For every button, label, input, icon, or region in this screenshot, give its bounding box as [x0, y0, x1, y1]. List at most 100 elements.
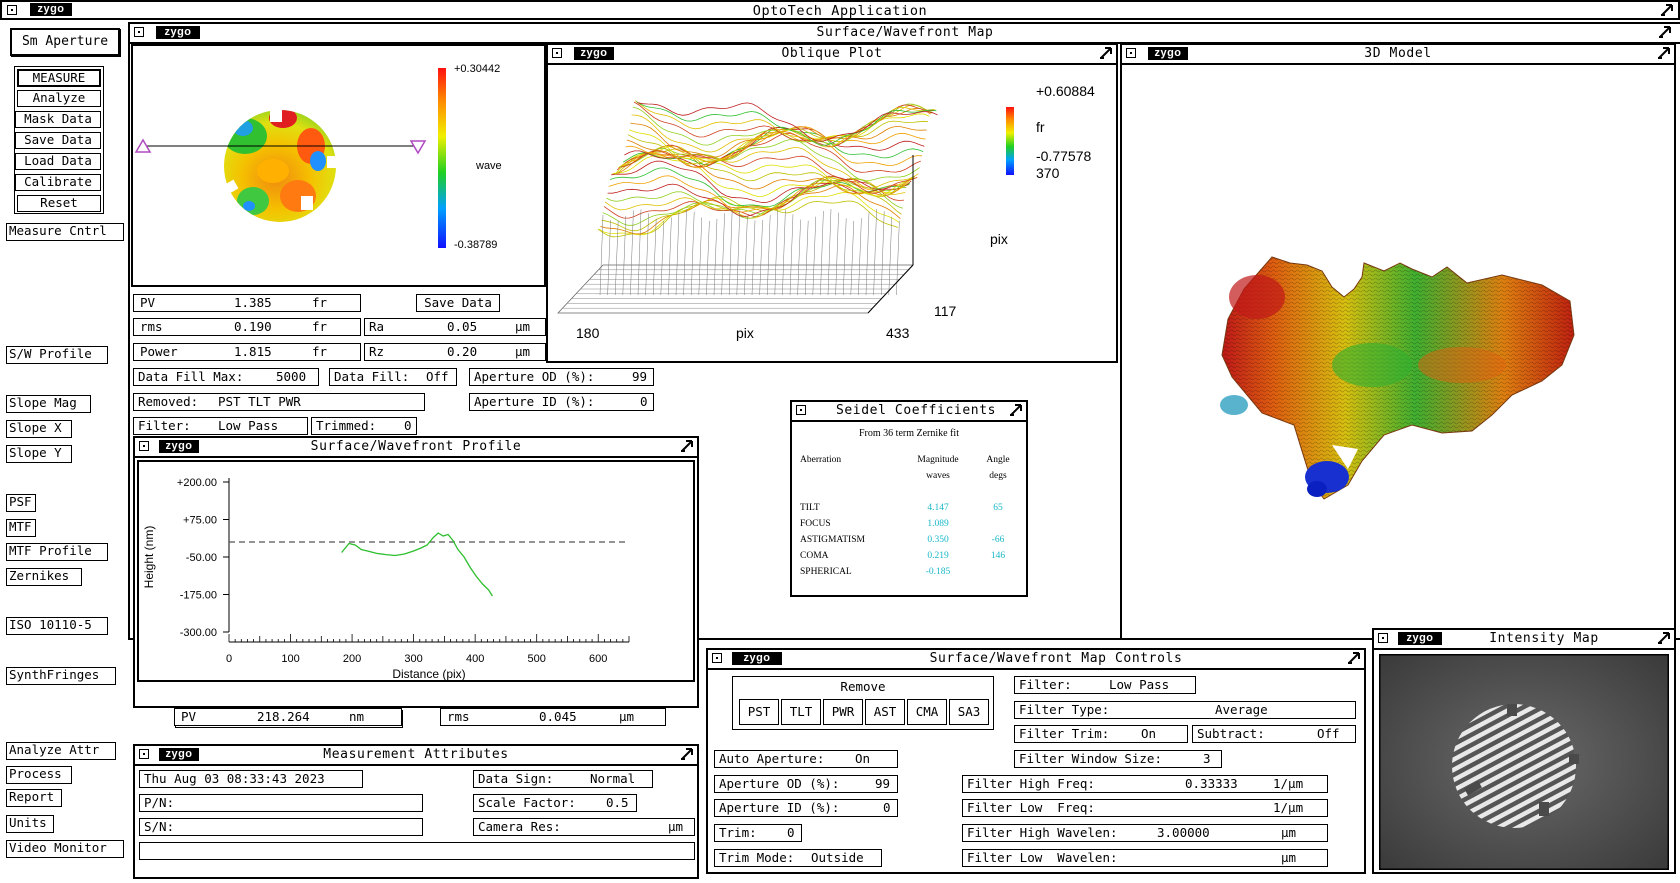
pn-field[interactable]: P/N:: [139, 794, 423, 812]
filter-trim-control[interactable]: Filter Trim: On: [1014, 725, 1188, 743]
app-maximize-icon[interactable]: [1660, 3, 1674, 17]
intensity-map-image[interactable]: [1379, 654, 1669, 870]
video-monitor-button[interactable]: Video Monitor: [6, 840, 124, 858]
filter-high-wavelen-control[interactable]: Filter High Wavelen: 3.00000 µm: [962, 824, 1328, 842]
seidel-row-magnitude: 0.219: [927, 551, 949, 561]
oblique-plot-maximize-icon[interactable]: [1099, 46, 1113, 60]
synthfringes-button[interactable]: SynthFringes: [6, 667, 116, 685]
units-button[interactable]: Units: [6, 815, 54, 833]
map-scale-min: -0.38789: [454, 239, 498, 251]
trimmed-field: Trimmed: 0: [311, 417, 417, 435]
analyze-button[interactable]: Analyze: [17, 90, 101, 107]
data-fill-max-field[interactable]: Data Fill Max: 5000: [133, 368, 319, 386]
map-controls-maximize-icon[interactable]: [1347, 651, 1361, 665]
slope-x-button[interactable]: Slope X: [6, 420, 72, 438]
oblique-plot-window: zygo Oblique Plot +0.60884 fr -0.77578 3…: [546, 43, 1118, 363]
sw-profile-button[interactable]: S/W Profile: [6, 346, 108, 364]
sm-aperture-button[interactable]: Sm Aperture: [10, 28, 120, 56]
filter-window-size-control[interactable]: Filter Window Size: 3: [1014, 750, 1222, 768]
trim-mode-control[interactable]: Trim Mode: Outside: [714, 849, 882, 867]
seidel-row-name: TILT: [800, 503, 820, 513]
camera-res-field[interactable]: Camera Res: µm: [473, 818, 695, 836]
oblique-surface-line: [599, 191, 900, 236]
zernikes-button[interactable]: Zernikes: [6, 568, 82, 586]
analyze-attr-button[interactable]: Analyze Attr: [6, 742, 116, 760]
aperture-id-field[interactable]: Aperture ID (%): 0: [469, 393, 654, 411]
calibrate-button[interactable]: Calibrate: [15, 174, 101, 191]
measure-cntrl-button[interactable]: Measure Cntrl: [6, 223, 124, 241]
remove-group: Remove PST TLT PWR AST CMA SA3: [732, 676, 994, 730]
notes-field[interactable]: [139, 842, 695, 860]
filter-type-control[interactable]: Filter Type: Average: [1014, 701, 1356, 719]
reset-button[interactable]: Reset: [17, 195, 101, 212]
filter-high-freq-control[interactable]: Filter High Freq: 0.33333 1/µm: [962, 775, 1328, 793]
table-row: COMA 0.219 146: [800, 548, 1020, 564]
measure-button[interactable]: MEASURE: [17, 69, 101, 87]
3d-model-titlebar[interactable]: zygo 3D Model: [1122, 45, 1674, 65]
seidel-titlebar[interactable]: Seidel Coefficients: [792, 402, 1026, 422]
save-data-button[interactable]: Save Data: [15, 132, 101, 149]
seidel-close-icon[interactable]: [796, 405, 806, 415]
intensity-map-close-icon[interactable]: [1378, 633, 1388, 643]
slope-y-button[interactable]: Slope Y: [6, 445, 72, 463]
filter-low-wavelen-control[interactable]: Filter Low Wavelen: µm: [962, 849, 1328, 867]
aperture-od-field[interactable]: Aperture OD (%): 99: [469, 368, 654, 386]
remove-pwr-button[interactable]: PWR: [823, 699, 863, 725]
results-save-data-button[interactable]: Save Data: [416, 294, 500, 312]
oblique-scale-unit: fr: [1036, 119, 1045, 135]
controls-aperture-od[interactable]: Aperture OD (%): 99: [714, 775, 898, 793]
filter-control[interactable]: Filter: Low Pass: [1014, 676, 1196, 694]
app-title: OptoTech Application: [752, 3, 928, 19]
intensity-map-maximize-icon[interactable]: [1657, 631, 1671, 645]
trim-control[interactable]: Trim: 0: [714, 824, 802, 842]
measurement-date-field[interactable]: Thu Aug 03 08:33:43 2023: [139, 770, 363, 788]
profile-maximize-icon[interactable]: [680, 439, 694, 453]
report-button[interactable]: Report: [6, 789, 62, 807]
profile-chart[interactable]: +200.00 +75.00 -50.00 -175.00 -300.00 0 100 200…: [139, 462, 693, 680]
oblique-surface-line: [634, 100, 936, 148]
oblique-surface-line: [620, 132, 921, 173]
surface-map-maximize-icon[interactable]: [1658, 25, 1672, 39]
psf-button[interactable]: PSF: [6, 494, 36, 512]
measurement-attributes-titlebar[interactable]: zygo Measurement Attributes: [135, 746, 697, 766]
scale-factor-field[interactable]: Scale Factor: 0.5: [473, 794, 637, 812]
map-controls-close-icon[interactable]: [712, 653, 722, 663]
remove-cma-button[interactable]: CMA: [907, 699, 947, 725]
remove-tlt-button[interactable]: TLT: [781, 699, 821, 725]
iso-10110-button[interactable]: ISO 10110-5: [6, 617, 108, 635]
measurement-attributes-maximize-icon[interactable]: [680, 747, 694, 761]
filter-low-freq-control[interactable]: Filter Low Freq: 1/µm: [962, 799, 1328, 817]
power-field: Power 1.815 fr: [133, 343, 361, 361]
oblique-surface-line: [624, 127, 925, 168]
remove-ast-button[interactable]: AST: [865, 699, 905, 725]
remove-sa3-button[interactable]: SA3: [949, 699, 989, 725]
seidel-table: Aberration Magnitude Angle waves degs TI…: [800, 452, 1020, 580]
profile-x-tick-label: 600: [589, 653, 607, 665]
oblique-plot-titlebar[interactable]: zygo Oblique Plot: [548, 45, 1116, 65]
load-data-button[interactable]: Load Data: [15, 153, 101, 170]
data-fill-field[interactable]: Data Fill: Off: [329, 368, 457, 386]
map-controls-titlebar[interactable]: zygo Surface/Wavefront Map Controls: [708, 650, 1364, 670]
3d-model-render[interactable]: [1122, 65, 1674, 638]
rz-field: Rz 0.20 µm: [364, 343, 546, 361]
sn-field[interactable]: S/N:: [139, 818, 423, 836]
intensity-map-titlebar[interactable]: zygo Intensity Map: [1374, 630, 1674, 650]
seidel-row-name: COMA: [800, 551, 829, 561]
seidel-maximize-icon[interactable]: [1009, 403, 1023, 417]
3d-model-maximize-icon[interactable]: [1657, 46, 1671, 60]
mtf-profile-button[interactable]: MTF Profile: [6, 543, 108, 561]
data-sign-field[interactable]: Data Sign: Normal: [473, 770, 653, 788]
mask-data-button[interactable]: Mask Data: [15, 111, 101, 128]
slope-mag-button[interactable]: Slope Mag: [6, 395, 91, 413]
controls-aperture-id[interactable]: Aperture ID (%): 0: [714, 799, 898, 817]
pv-field: PV 1.385 fr: [133, 294, 361, 312]
subtract-control[interactable]: Subtract: Off: [1192, 725, 1356, 743]
profile-titlebar[interactable]: zygo Surface/Wavefront Profile: [135, 438, 697, 458]
remove-pst-button[interactable]: PST: [739, 699, 779, 725]
surface-map-titlebar[interactable]: zygo Surface/Wavefront Map: [130, 24, 1680, 44]
process-button[interactable]: Process: [6, 766, 72, 784]
auto-aperture-control[interactable]: Auto Aperture: On: [714, 750, 898, 768]
profile-y-axis-label: Height (nm): [142, 526, 156, 589]
oblique-plot-canvas[interactable]: [548, 65, 1116, 361]
mtf-button[interactable]: MTF: [6, 519, 36, 537]
